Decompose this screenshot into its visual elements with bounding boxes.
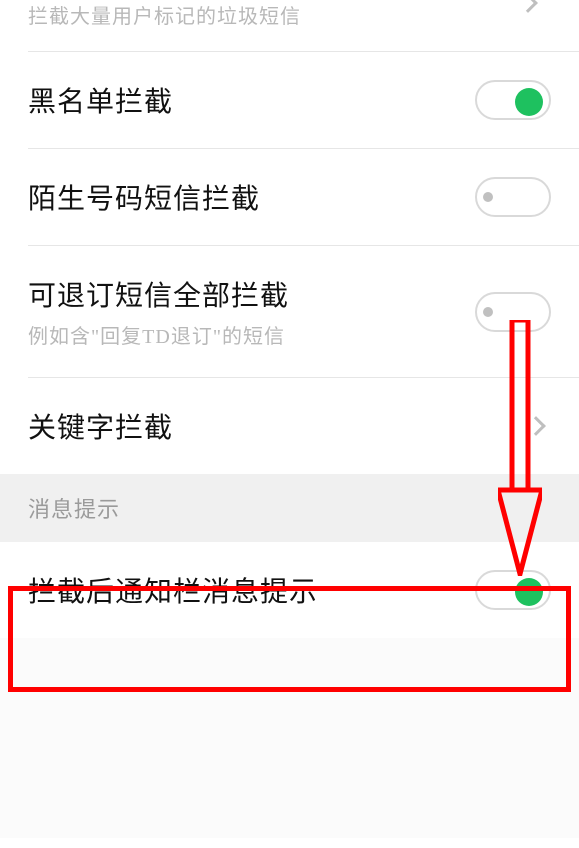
item-text: 陌生号码短信拦截 xyxy=(28,177,260,217)
item-title: 关键字拦截 xyxy=(28,406,173,446)
item-title: 陌生号码短信拦截 xyxy=(28,177,260,217)
item-title: 拦截后通知栏消息提示 xyxy=(28,570,318,610)
item-text: 黑名单拦截 xyxy=(28,80,173,120)
section-header-notifications: 消息提示 xyxy=(0,474,579,542)
toggle-stranger[interactable] xyxy=(475,177,551,217)
toggle-knob xyxy=(515,578,543,606)
setting-item-blacklist[interactable]: 黑名单拦截 xyxy=(0,52,579,148)
item-subtitle: 拦截大量用户标记的垃圾短信 xyxy=(28,0,301,29)
item-subtitle: 例如含"回复TD退订"的短信 xyxy=(28,320,289,349)
setting-item-spam[interactable]: 拦截大量用户标记的垃圾短信 xyxy=(0,0,579,51)
toggle-knob xyxy=(483,307,493,317)
item-text: 拦截后通知栏消息提示 xyxy=(28,570,318,610)
chevron-right-icon xyxy=(526,416,546,436)
toggle-unsubscribe[interactable] xyxy=(475,292,551,332)
item-title: 黑名单拦截 xyxy=(28,80,173,120)
bottom-space xyxy=(0,638,579,838)
setting-item-notify[interactable]: 拦截后通知栏消息提示 xyxy=(0,542,579,638)
settings-list: 拦截大量用户标记的垃圾短信 黑名单拦截 陌生号码短信拦截 可退订短信全部拦截 例… xyxy=(0,0,579,838)
item-text: 可退订短信全部拦截 例如含"回复TD退订"的短信 xyxy=(28,274,289,349)
setting-item-unsubscribe[interactable]: 可退订短信全部拦截 例如含"回复TD退订"的短信 xyxy=(0,246,579,377)
chevron-right-icon xyxy=(518,0,538,13)
toggle-notify[interactable] xyxy=(475,570,551,610)
setting-item-keyword[interactable]: 关键字拦截 xyxy=(0,378,579,474)
item-title: 可退订短信全部拦截 xyxy=(28,274,289,314)
toggle-blacklist[interactable] xyxy=(475,80,551,120)
item-text: 关键字拦截 xyxy=(28,406,173,446)
setting-item-stranger[interactable]: 陌生号码短信拦截 xyxy=(0,149,579,245)
toggle-knob xyxy=(483,192,493,202)
toggle-knob xyxy=(515,88,543,116)
item-text: 拦截大量用户标记的垃圾短信 xyxy=(28,0,301,29)
